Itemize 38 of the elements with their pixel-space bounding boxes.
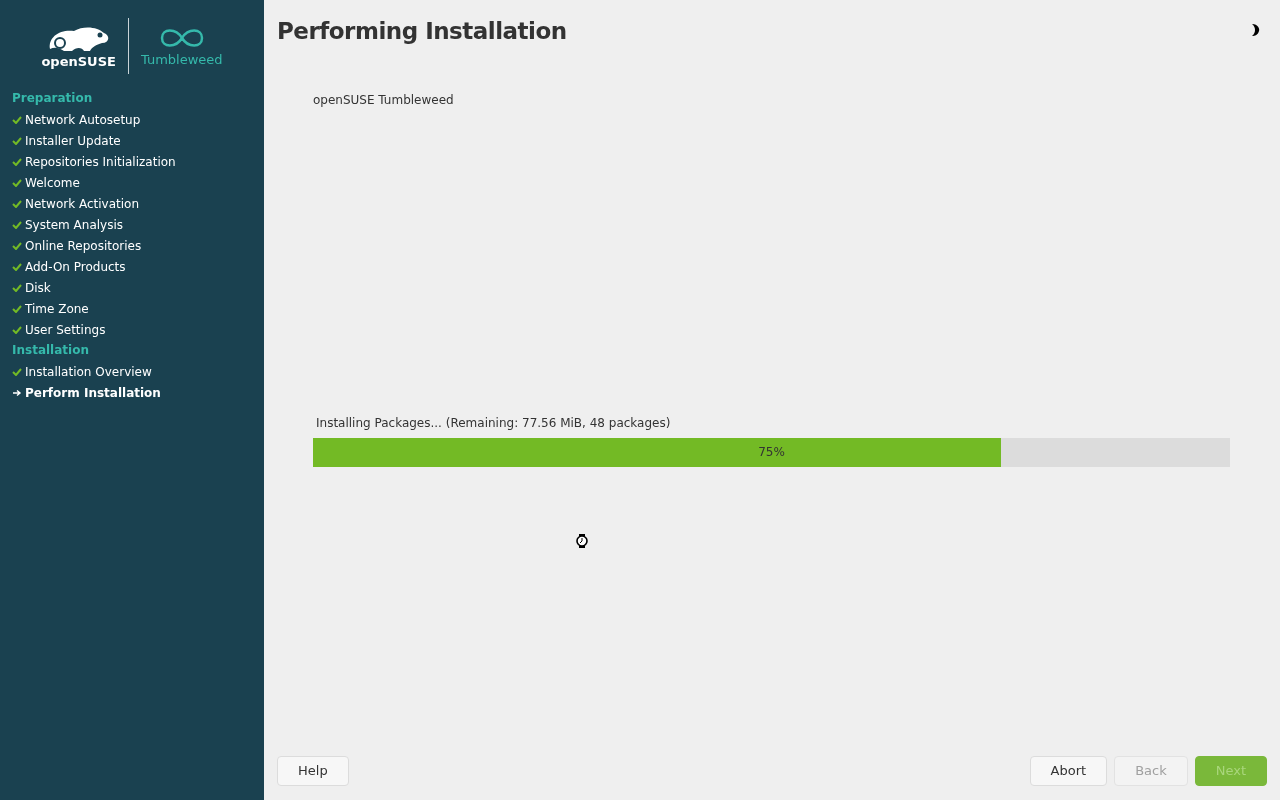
section-heading: Preparation [12,90,94,107]
step-item: System Analysis [25,216,123,234]
product-name: Tumbleweed [140,51,223,69]
check-icon [12,283,22,292]
step-item: Add-On Products [25,258,126,276]
check-icon [12,241,22,250]
progress-reading: 75% [757,444,786,461]
moon-icon[interactable] [1250,23,1260,37]
step-item: Online Repositories [25,237,142,255]
check-icon [12,367,22,376]
brand-name: openSUSE [41,54,116,68]
check-icon [12,220,22,229]
check-icon [12,178,22,187]
action-button[interactable]: Abort [1029,756,1108,786]
step-item: Installer Update [25,132,121,150]
check-icon [12,325,22,334]
check-icon [12,157,22,166]
step-item: Installation Overview [25,363,152,381]
product-label: openSUSE Tumbleweed [313,91,455,109]
check-icon [12,115,22,124]
progress-label: Installing Packages... (Remaining: 77.56 MiB, 48 packages) [316,414,672,432]
check-icon [12,304,22,313]
check-icon [12,262,22,271]
step-item: Perform Installation [25,384,161,402]
step-item: Time Zone [25,300,89,318]
step-item: Network Activation [25,195,139,213]
step-item: Network Autosetup [25,111,141,129]
busy-cursor-icon [574,533,590,549]
arrow-icon [12,388,22,397]
step-item: Repositories Initialization [25,153,176,171]
step-item: Welcome [25,174,80,192]
step-item: Disk [25,279,51,297]
section-heading: Installation [12,342,90,359]
check-icon [12,199,22,208]
check-icon [12,136,22,145]
step-item: User Settings [25,321,106,339]
page-title: Performing Installation [277,17,567,46]
action-button[interactable]: Help [277,756,349,786]
